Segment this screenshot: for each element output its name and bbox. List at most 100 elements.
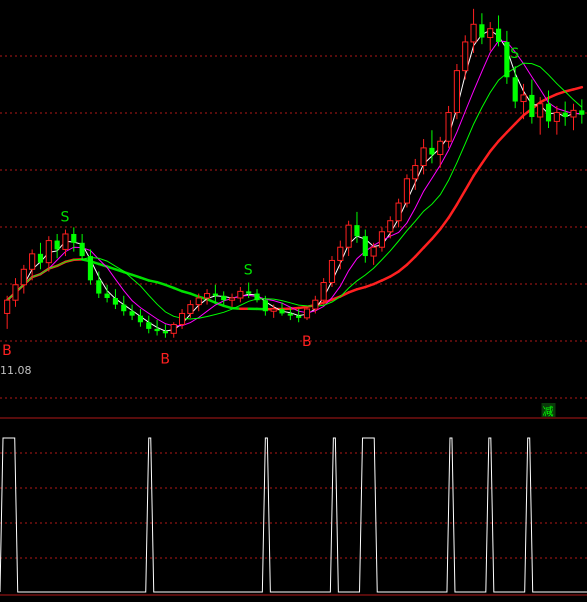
trend-segment: [439, 216, 450, 231]
candle-body: [71, 233, 77, 243]
trend-segment: [355, 285, 367, 291]
candle-body: [154, 328, 160, 332]
candle-body: [146, 322, 152, 329]
candle-body: [462, 41, 469, 72]
candle-body: [445, 112, 452, 142]
candle-body: [246, 291, 252, 294]
trend-segment: [480, 150, 492, 165]
trend-segment: [347, 288, 359, 294]
candle-body: [420, 147, 427, 167]
candle-body: [412, 165, 419, 180]
candle-body: [62, 233, 69, 250]
candle-body: [79, 242, 85, 257]
candle-body: [254, 293, 260, 301]
grid-lines: [0, 55, 587, 596]
candle-body: [354, 225, 360, 237]
candle-body: [579, 110, 585, 115]
indicator-panel: [0, 437, 587, 593]
trend-segment: [430, 227, 442, 241]
candle-body: [29, 253, 36, 270]
candle-body: [137, 315, 144, 323]
candle-body: [378, 231, 386, 248]
candle-body: [228, 297, 236, 301]
trend-segment: [205, 297, 217, 304]
candle-body: [545, 103, 552, 122]
candle-body: [12, 284, 19, 301]
candle-body: [37, 253, 44, 263]
trend-segment: [164, 283, 175, 290]
trend-segment: [563, 88, 575, 93]
candle-body: [104, 293, 110, 298]
candle-body: [453, 70, 460, 114]
candle-body: [45, 240, 52, 264]
price-label: 11.08: [0, 364, 32, 377]
trend-segment: [364, 282, 375, 289]
candle-body: [87, 256, 94, 281]
trend-segment: [405, 255, 417, 267]
candle-body: [296, 315, 302, 318]
candle-body: [221, 295, 227, 301]
trend-segment: [572, 85, 584, 91]
trend-segment: [455, 188, 467, 206]
candle-body: [303, 308, 311, 319]
trend-segment: [380, 275, 392, 282]
candle-body: [203, 293, 211, 299]
trend-segment: [547, 92, 559, 100]
candle-body: [20, 268, 27, 286]
candle-body: [395, 202, 402, 222]
candle-body: [403, 178, 411, 204]
candle-body: [162, 331, 168, 334]
candle-body: [320, 282, 327, 301]
candle-body: [121, 304, 127, 312]
candle-body: [479, 24, 485, 38]
trend-segment: [447, 203, 459, 220]
candle-body: [495, 28, 502, 42]
signal-label: B: [160, 352, 170, 368]
candle-body: [328, 259, 336, 284]
signal-labels: S B B S B S: [2, 46, 519, 368]
candle-body: [387, 220, 394, 233]
trend-segment: [155, 280, 167, 287]
trend-segment: [389, 270, 400, 278]
signal-label: B: [302, 334, 312, 350]
trend-segment: [139, 276, 150, 282]
signal-label: S: [60, 210, 69, 226]
ma-line: [6, 29, 582, 332]
candle-body: [562, 112, 568, 117]
trend-segment: [513, 114, 525, 125]
trend-line: [5, 85, 584, 311]
reduce-marker: 减: [541, 403, 556, 418]
candle-body: [570, 109, 577, 118]
trend-segment: [422, 237, 434, 249]
indicator-line: [0, 437, 587, 593]
trend-segment: [189, 292, 200, 299]
trend-segment: [414, 246, 425, 258]
candle-body: [520, 94, 527, 103]
candlesticks: [4, 8, 585, 338]
signal-label: S: [510, 46, 519, 62]
candle-body: [312, 299, 319, 310]
signal-label: S: [244, 263, 253, 279]
candle-body: [170, 323, 177, 334]
candle-body: [553, 112, 560, 122]
trend-segment: [463, 174, 475, 192]
candle-body: [429, 147, 435, 155]
trend-segment: [172, 286, 184, 293]
candle-body: [370, 246, 377, 257]
trend-segment: [180, 289, 192, 295]
candle-body: [345, 224, 352, 248]
candle-body: [529, 94, 535, 117]
reduce-marker-text: 减: [543, 405, 554, 418]
trend-segment: [397, 263, 409, 273]
stock-chart: S B B S B S 11.08 减: [0, 8, 587, 596]
trend-segment: [130, 273, 142, 279]
signal-label: B: [2, 343, 12, 359]
candle-body: [337, 246, 344, 261]
candle-body: [195, 297, 202, 306]
candle-body: [212, 293, 218, 296]
candle-body: [4, 299, 11, 314]
candle-body: [96, 280, 102, 294]
candle-body: [487, 28, 494, 39]
trend-segment: [488, 139, 500, 153]
candle-body: [262, 300, 268, 312]
